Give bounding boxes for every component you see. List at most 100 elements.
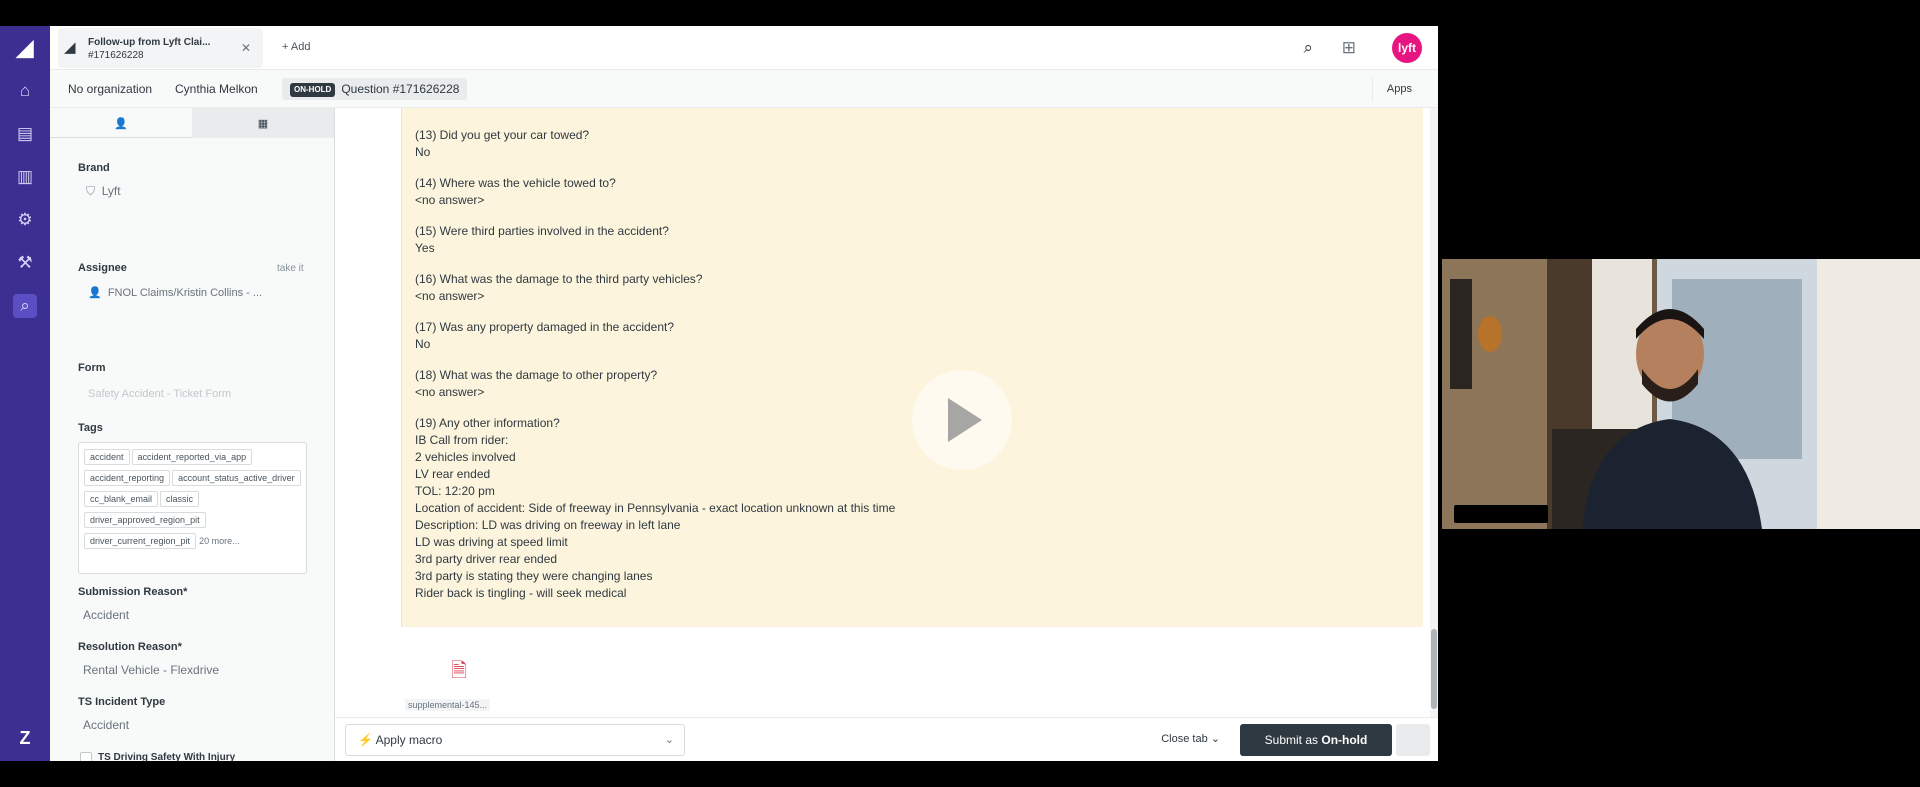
zendesk-tab-icon: ◢ (64, 39, 76, 56)
webcam-image (1442, 259, 1920, 529)
breadcrumb-requester[interactable]: Cynthia Melkon (167, 78, 266, 100)
pdf-file-icon[interactable]: 🗎 (451, 656, 471, 682)
tag-item[interactable]: driver_current_region_pit (84, 533, 197, 549)
views-icon[interactable]: ▤ (13, 122, 37, 146)
play-button[interactable] (912, 370, 1012, 470)
avatar[interactable]: lyft (1392, 33, 1422, 63)
ts-incident-type-select[interactable]: Accident (83, 718, 129, 732)
tag-item[interactable]: cc_blank_email (84, 491, 159, 507)
comment-line: (18) What was the damage to other proper… (415, 368, 658, 382)
brand-icon: ⛉ (86, 184, 96, 198)
tag-item[interactable]: accident_reporting (84, 470, 171, 486)
brand-value: Lyft (101, 184, 121, 198)
scroll-thumb[interactable] (1431, 629, 1437, 709)
status-badge: ON-HOLD (290, 82, 336, 97)
ts-driving-safety-checkbox[interactable] (80, 752, 92, 761)
tag-item[interactable]: accident (84, 449, 130, 465)
tag-item[interactable]: driver_approved_region_pit (84, 512, 206, 528)
zendesk-logo-icon[interactable]: ◢ (13, 35, 37, 60)
comment-line: TOL: 12:20 pm (415, 484, 495, 498)
admin-gear-icon[interactable]: ⚙ (13, 208, 37, 232)
submit-options-button[interactable] (1396, 724, 1430, 756)
comment-line: <no answer> (415, 289, 485, 303)
breadcrumb-ticket[interactable]: ON-HOLD Question #171626228 (282, 78, 468, 100)
close-tab-dropdown[interactable]: Close tab ⌄ (1161, 732, 1220, 745)
macro-icon: ⚡ (358, 733, 373, 747)
tool-icon[interactable]: ⚒ (13, 251, 37, 275)
submit-button[interactable]: Submit as On-hold (1240, 724, 1392, 756)
person-icon: 👤 (88, 287, 102, 299)
add-tab-button[interactable]: + Add (282, 41, 310, 53)
comment-line: No (415, 145, 431, 159)
ts-incident-type-label: TS Incident Type (78, 696, 166, 708)
tags-label: Tags (78, 422, 103, 434)
app-window: ◢ ⌂ ▤ ▥ ⚙ ⚒ ⌕ Z ◢ Follow-up from Lyft Cl… (0, 26, 1438, 761)
add-tab-label: Add (290, 41, 311, 53)
ts-driving-safety-label: TS Driving Safety With Injury (98, 752, 236, 761)
submission-reason-select[interactable]: Accident (83, 608, 129, 622)
search-app-icon[interactable]: ⌕ (13, 294, 37, 318)
assignee-field[interactable]: 👤 FNOL Claims/Kristin Collins - ... (88, 286, 262, 299)
participant-name-bar (1454, 505, 1548, 523)
play-icon (948, 398, 982, 442)
comment-line: (14) Where was the vehicle towed to? (415, 176, 616, 190)
search-icon[interactable]: ⌕ (1303, 38, 1313, 58)
home-icon[interactable]: ⌂ (13, 79, 37, 103)
reporting-icon[interactable]: ▥ (13, 165, 37, 189)
submission-reason-label: Submission Reason* (78, 586, 188, 598)
comment-line: IB Call from rider: (415, 433, 509, 447)
comment-line: LV rear ended (415, 467, 491, 481)
product-tray-icon[interactable]: ⊞ (1342, 38, 1356, 58)
scrollbar[interactable] (1430, 108, 1438, 761)
resolution-reason-label: Resolution Reason* (78, 641, 182, 653)
assignee-value: FNOL Claims/Kristin Collins - ... (107, 287, 263, 299)
tags-input[interactable]: accident accident_reported_via_appacciden… (78, 442, 307, 574)
tab-properties-icon[interactable]: ▦ (192, 108, 334, 138)
submit-status: On-hold (1321, 733, 1368, 747)
take-it-link[interactable]: take it (277, 263, 304, 274)
form-select[interactable]: Safety Accident - Ticket Form (88, 388, 231, 400)
nav-rail: ◢ ⌂ ▤ ▥ ⚙ ⚒ ⌕ Z (0, 26, 50, 761)
ticket-footer: ⚡ Apply macro ⌄ Close tab ⌄ Submit as On-… (335, 717, 1438, 761)
comment-line: (19) Any other information? (415, 416, 560, 430)
comment-line: (15) Were third parties involved in the … (415, 224, 669, 238)
apply-macro-label: Apply macro (375, 733, 443, 747)
comment-line: LD was driving at speed limit (415, 535, 568, 549)
comment-line: 3rd party driver rear ended (415, 552, 558, 566)
close-icon[interactable]: ✕ (241, 41, 251, 55)
tag-item[interactable]: accident_reported_via_app (131, 449, 253, 465)
comment-line: No (415, 337, 431, 351)
comment-line: 3rd party is stating they were changing … (415, 569, 653, 583)
form-label: Form (78, 362, 106, 374)
comment-line: 2 vehicles involved (415, 450, 516, 464)
assignee-label: Assignee (78, 262, 127, 274)
attachment-name[interactable]: supplemental-145... (405, 699, 491, 711)
tab-user-icon[interactable]: 👤 (50, 108, 192, 138)
zendesk-footer-logo-icon[interactable]: Z (13, 726, 37, 750)
apply-macro-select[interactable]: ⚡ Apply macro ⌄ (345, 724, 685, 756)
submit-prefix: Submit as (1264, 733, 1322, 747)
webcam-video (1442, 259, 1920, 529)
tag-item[interactable]: classic (160, 491, 200, 507)
comment-line: Location of accident: Side of freeway in… (415, 501, 896, 515)
brand-field[interactable]: ⛉ Lyft (86, 184, 121, 199)
brand-label: Brand (78, 162, 110, 174)
tag-item[interactable]: account_status_active_driver (172, 470, 301, 486)
close-tab-label: Close tab (1161, 733, 1208, 745)
top-bar: ◢ Follow-up from Lyft Clai... #171626228… (50, 26, 1438, 70)
comment-line: Description: LD was driving on freeway i… (415, 518, 681, 532)
ticket-tab[interactable]: ◢ Follow-up from Lyft Clai... #171626228… (58, 28, 263, 68)
comment-line: Rider back is tingling - will seek medic… (415, 586, 627, 600)
conversation-pane: (13) Did you get your car towed? No (14) W… (335, 108, 1438, 761)
chevron-down-icon: ⌄ (664, 734, 674, 746)
resolution-reason-select[interactable]: Rental Vehicle - Flexdrive (83, 663, 219, 677)
breadcrumb-organization[interactable]: No organization (60, 78, 160, 100)
sidebar-tabs: 👤 ▦ (50, 108, 334, 138)
comment-line: <no answer> (415, 193, 485, 207)
breadcrumb: No organization Cynthia Melkon ON-HOLD Qu… (50, 70, 1438, 108)
tags-more-link[interactable]: 20 more... (199, 536, 240, 546)
apps-button[interactable]: Apps (1371, 77, 1426, 101)
comment-line: Yes (415, 241, 435, 255)
comment-line: <no answer> (415, 385, 485, 399)
tab-title: Follow-up from Lyft Clai... (88, 37, 211, 48)
